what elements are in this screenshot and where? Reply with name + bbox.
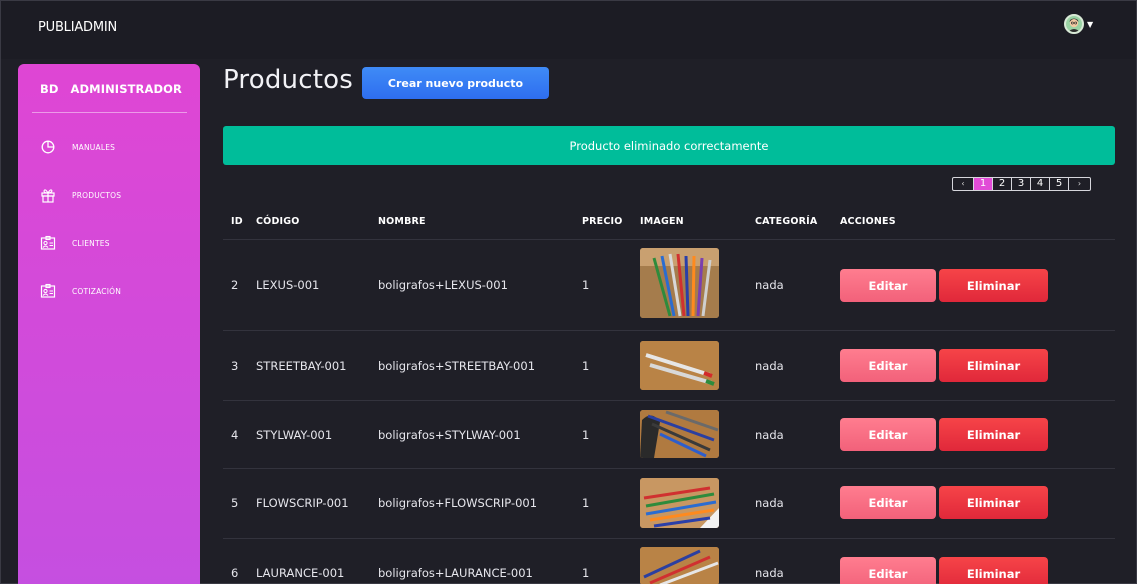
contact-card-icon	[40, 235, 56, 251]
sidebar-item-clientes[interactable]: CLIENTES	[40, 234, 110, 252]
row-divider	[223, 239, 1115, 240]
product-image	[640, 478, 719, 528]
column-header-id: ID	[231, 216, 243, 227]
brand-name[interactable]: PUBLIADMIN	[38, 20, 117, 35]
product-image	[640, 410, 719, 458]
pagination-page-5[interactable]: 5	[1050, 178, 1069, 190]
sidebar-item-label: COTIZACIÓN	[72, 286, 122, 296]
delete-button[interactable]: Eliminar	[939, 486, 1048, 519]
sidebar-divider	[32, 112, 187, 113]
pagination-page-1[interactable]: 1	[974, 178, 993, 190]
cell-nombre: boligrafos+FLOWSCRIP-001	[378, 496, 538, 510]
row-divider	[223, 538, 1115, 539]
edit-button[interactable]: Editar	[840, 418, 936, 451]
cell-codigo: STREETBAY-001	[256, 359, 347, 373]
pagination-next[interactable]: ›	[1069, 178, 1090, 190]
row-divider	[223, 330, 1115, 331]
page-title: Productos	[223, 65, 353, 95]
cell-precio: 1	[582, 428, 590, 442]
row-divider	[223, 468, 1115, 469]
edit-button[interactable]: Editar	[840, 557, 936, 584]
sidebar-title: ADMINISTRADOR	[70, 82, 182, 96]
delete-button[interactable]: Eliminar	[939, 418, 1048, 451]
cell-precio: 1	[582, 359, 590, 373]
cell-codigo: STYLWAY-001	[256, 428, 333, 442]
product-image	[640, 341, 719, 390]
column-header-nombre: NOMBRE	[378, 216, 426, 227]
edit-button[interactable]: Editar	[840, 269, 936, 302]
success-alert: Producto eliminado correctamente	[223, 126, 1115, 165]
cell-id: 6	[231, 566, 239, 580]
edit-button[interactable]: Editar	[840, 349, 936, 382]
cell-id: 5	[231, 496, 239, 510]
product-image	[640, 248, 719, 318]
edit-button[interactable]: Editar	[840, 486, 936, 519]
top-navbar: PUBLIADMIN ▼	[1, 1, 1136, 59]
cell-id: 4	[231, 428, 239, 442]
column-header-categoria: CATEGORÍA	[755, 216, 818, 227]
cell-codigo: FLOWSCRIP-001	[256, 496, 349, 510]
sidebar-item-label: MANUALES	[72, 142, 116, 152]
cell-categoria: nada	[755, 428, 784, 442]
pagination-prev[interactable]: ‹	[953, 178, 974, 190]
delete-button[interactable]: Eliminar	[939, 349, 1048, 382]
sidebar-item-label: CLIENTES	[72, 238, 110, 248]
gift-icon	[40, 187, 56, 203]
cell-id: 3	[231, 359, 239, 373]
cell-nombre: boligrafos+STYLWAY-001	[378, 428, 521, 442]
product-image	[640, 547, 719, 584]
column-header-acciones: ACCIONES	[840, 216, 896, 227]
cell-categoria: nada	[755, 359, 784, 373]
column-header-codigo: CÓDIGO	[256, 216, 300, 227]
pagination-page-4[interactable]: 4	[1031, 178, 1050, 190]
sidebar: BD ADMINISTRADOR MANUALES PRODUCTOS CLIEN…	[18, 64, 200, 584]
pagination-page-3[interactable]: 3	[1012, 178, 1031, 190]
contact-card-icon	[40, 283, 56, 299]
column-header-precio: PRECIO	[582, 216, 623, 227]
cell-categoria: nada	[755, 566, 784, 580]
delete-button[interactable]: Eliminar	[939, 269, 1048, 302]
cell-categoria: nada	[755, 278, 784, 292]
user-avatar-icon[interactable]	[1064, 14, 1084, 34]
sidebar-item-label: PRODUCTOS	[72, 190, 122, 200]
pagination: ‹ 1 2 3 4 5 ›	[952, 177, 1091, 191]
sidebar-item-productos[interactable]: PRODUCTOS	[40, 186, 121, 204]
create-product-button[interactable]: Crear nuevo producto	[362, 67, 549, 99]
pagination-page-2[interactable]: 2	[993, 178, 1012, 190]
cell-id: 2	[231, 278, 239, 292]
pie-chart-icon	[40, 139, 56, 155]
delete-button[interactable]: Eliminar	[939, 557, 1048, 584]
cell-nombre: boligrafos+STREETBAY-001	[378, 359, 536, 373]
cell-precio: 1	[582, 496, 590, 510]
cell-nombre: boligrafos+LEXUS-001	[378, 278, 508, 292]
sidebar-bd-label: BD	[40, 82, 59, 96]
cell-codigo: LEXUS-001	[256, 278, 320, 292]
row-divider	[223, 400, 1115, 401]
cell-precio: 1	[582, 566, 590, 580]
cell-codigo: LAURANCE-001	[256, 566, 345, 580]
user-menu[interactable]: ▼	[1064, 14, 1093, 34]
cell-categoria: nada	[755, 496, 784, 510]
cell-nombre: boligrafos+LAURANCE-001	[378, 566, 533, 580]
sidebar-item-cotizacion[interactable]: COTIZACIÓN	[40, 282, 121, 300]
column-header-imagen: IMAGEN	[640, 216, 684, 227]
cell-precio: 1	[582, 278, 590, 292]
sidebar-item-manuales[interactable]: MANUALES	[40, 138, 115, 156]
caret-down-icon[interactable]: ▼	[1087, 20, 1093, 29]
sidebar-header[interactable]: BD ADMINISTRADOR	[40, 82, 182, 96]
